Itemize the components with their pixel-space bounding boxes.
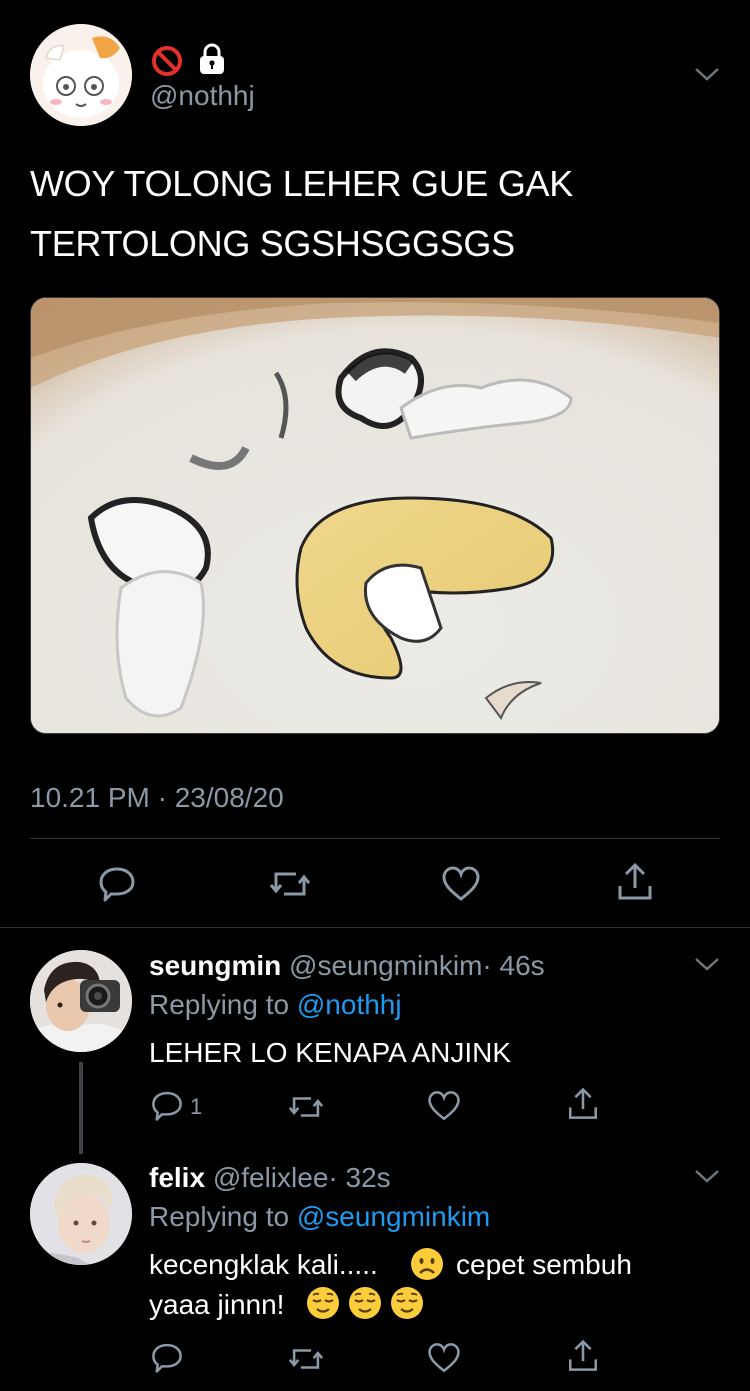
seungmin-avatar[interactable] — [30, 950, 132, 1052]
frowning-face-emoji-icon — [410, 1247, 444, 1281]
felix-more-chevron-icon[interactable] — [694, 1168, 720, 1184]
seungmin-reply-text: LEHER LO KENAPA ANJINK — [149, 1037, 512, 1068]
retweet-icon[interactable] — [268, 864, 312, 904]
reply-icon[interactable] — [97, 863, 137, 903]
share-icon[interactable] — [566, 1339, 600, 1373]
reply-count: 1 — [190, 1094, 203, 1119]
seungmin-handle[interactable]: @seungminkim — [289, 950, 482, 981]
relieved-face-emoji-icon — [306, 1286, 340, 1320]
share-icon[interactable] — [615, 862, 655, 902]
reply-icon[interactable] — [150, 1088, 184, 1122]
seungmin-replying-to: Replying to @nothhj — [149, 989, 402, 1020]
retweet-icon[interactable] — [287, 1090, 325, 1124]
lock-icon — [197, 42, 227, 76]
felix-name[interactable]: felix — [149, 1162, 205, 1193]
like-heart-icon[interactable] — [427, 1341, 461, 1375]
like-heart-icon[interactable] — [427, 1089, 461, 1123]
felix-handle[interactable]: @felixlee — [213, 1162, 329, 1193]
seungmin-name[interactable]: seungmin — [149, 950, 281, 981]
seungmin-more-chevron-icon[interactable] — [694, 956, 720, 972]
main-tweet-handle[interactable]: @nothhj — [150, 80, 255, 112]
tweet-image[interactable] — [30, 297, 720, 734]
thread-line — [79, 1062, 83, 1154]
no-entry-icon — [150, 44, 184, 78]
felix-avatar[interactable] — [30, 1163, 132, 1265]
felix-reply-text-c: yaaa jinnn! — [149, 1289, 285, 1320]
main-tweet-avatar[interactable] — [30, 24, 132, 126]
main-tweet-text-line2: TERTOLONG SGSHSGGSGS — [30, 223, 515, 264]
seungmin-time: · 46s — [482, 950, 545, 981]
divider — [0, 927, 750, 928]
retweet-icon[interactable] — [287, 1342, 325, 1376]
like-heart-icon[interactable] — [441, 864, 481, 904]
share-icon[interactable] — [566, 1087, 600, 1121]
replying-to-link[interactable]: @seungminkim — [297, 1201, 490, 1232]
seungmin-header: seungmin @seungminkim· 46s — [149, 950, 545, 982]
felix-header: felix @felixlee· 32s — [149, 1162, 391, 1194]
felix-replying-to: Replying to @seungminkim — [149, 1201, 491, 1232]
felix-time: · 32s — [328, 1162, 391, 1193]
main-tweet-more-chevron-icon[interactable] — [694, 66, 720, 82]
main-tweet-text-line1: WOY TOLONG LEHER GUE GAK — [30, 163, 573, 204]
main-tweet-timestamp: 10.21 PM · 23/08/20 — [30, 782, 284, 813]
reply-icon[interactable] — [150, 1340, 184, 1374]
relieved-face-emoji-icon — [348, 1286, 382, 1320]
relieved-face-emoji-icon — [390, 1286, 424, 1320]
replying-to-link[interactable]: @nothhj — [297, 989, 402, 1020]
felix-reply-text-b: cepet sembuh — [456, 1249, 632, 1280]
divider — [30, 838, 720, 839]
felix-reply-text-a: kecengklak kali..... — [149, 1249, 378, 1280]
